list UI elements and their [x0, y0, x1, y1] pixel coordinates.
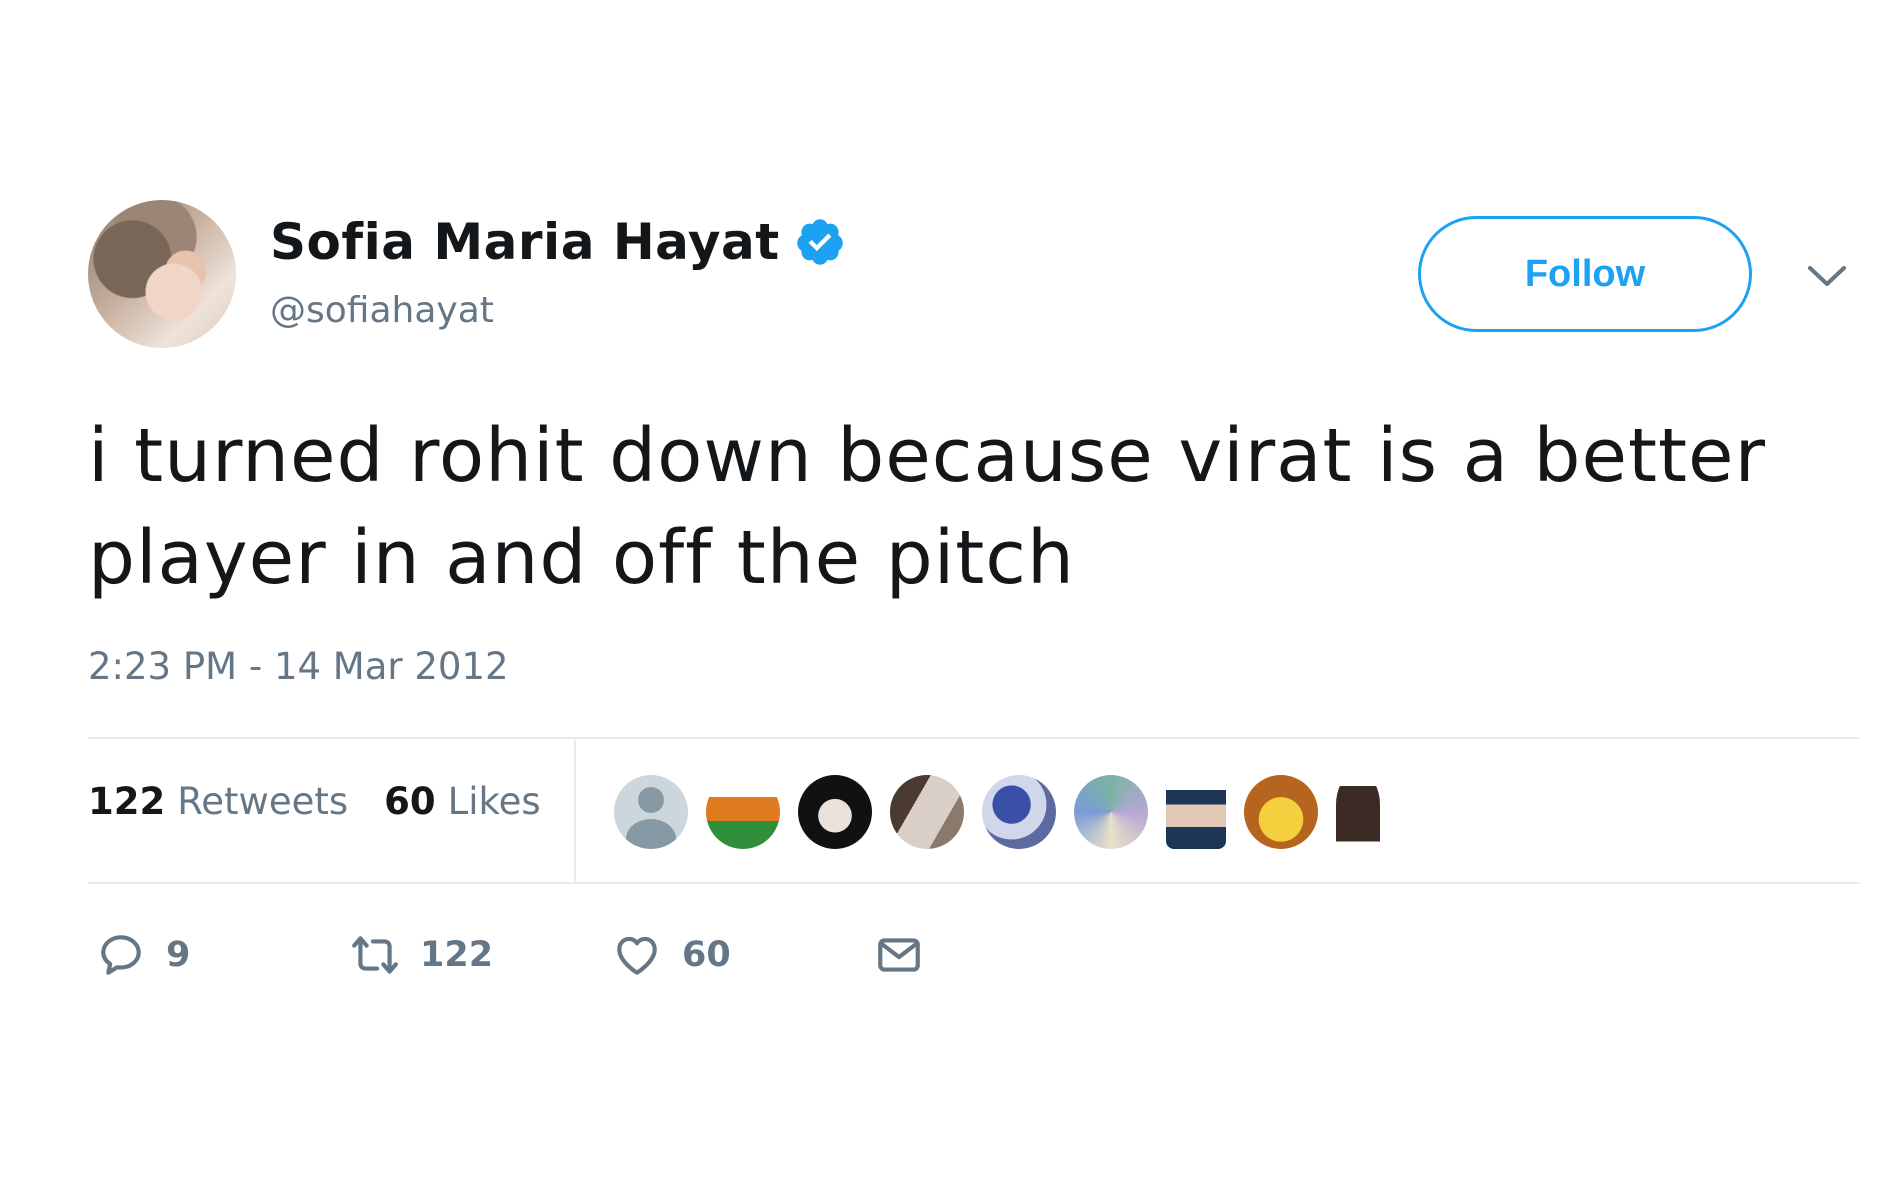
liker-avatar[interactable] [798, 775, 872, 849]
reply-button[interactable]: 9 [96, 930, 350, 980]
liker-avatar[interactable] [1166, 775, 1226, 849]
like-button[interactable]: 60 [612, 930, 874, 980]
verified-badge-icon [796, 219, 843, 265]
likes-count: 60 [384, 780, 436, 823]
retweets-stat[interactable]: 122 Retweets [88, 780, 348, 823]
retweet-icon [352, 936, 398, 974]
follow-button[interactable]: Follow [1418, 216, 1752, 332]
liker-avatar[interactable] [982, 775, 1056, 849]
author-handle[interactable]: @sofiahayat [270, 290, 494, 331]
divider-top [88, 737, 1860, 739]
tweet-card: Sofia Maria Hayat @sofiahayat Follow i t… [0, 0, 1900, 1200]
retweet-count: 122 [420, 935, 494, 975]
heart-icon [617, 936, 657, 975]
liker-avatar[interactable] [1074, 775, 1148, 849]
reply-icon [101, 935, 141, 975]
engagement-stats: 122 Retweets 60 Likes [88, 780, 541, 823]
divider-bottom [88, 882, 1860, 884]
liker-avatar[interactable] [614, 775, 688, 849]
tweet-text: i turned rohit down because virat is a b… [88, 413, 1766, 601]
author-avatar[interactable] [88, 200, 236, 348]
likes-label: Likes [447, 780, 541, 823]
retweets-count: 122 [88, 780, 166, 823]
author-display-name[interactable]: Sofia Maria Hayat [270, 213, 780, 271]
chevron-down-icon[interactable] [1806, 262, 1848, 292]
like-count: 60 [682, 935, 731, 975]
tweet-timestamp[interactable]: 2:23 PM - 14 Mar 2012 [88, 645, 509, 688]
liker-avatars [614, 775, 1380, 849]
liker-avatar[interactable] [706, 775, 780, 849]
liker-avatar[interactable] [1336, 775, 1380, 849]
action-bar: 9 122 60 [96, 930, 924, 980]
stats-vertical-divider [574, 740, 576, 882]
direct-message-button[interactable] [874, 930, 924, 980]
liker-avatar[interactable] [1244, 775, 1318, 849]
author-name-row: Sofia Maria Hayat [270, 212, 846, 272]
likes-stat[interactable]: 60 Likes [384, 780, 541, 823]
retweets-label: Retweets [177, 780, 349, 823]
retweet-button[interactable]: 122 [350, 930, 612, 980]
reply-count: 9 [166, 935, 191, 975]
envelope-icon [878, 938, 920, 972]
liker-avatar[interactable] [890, 775, 964, 849]
